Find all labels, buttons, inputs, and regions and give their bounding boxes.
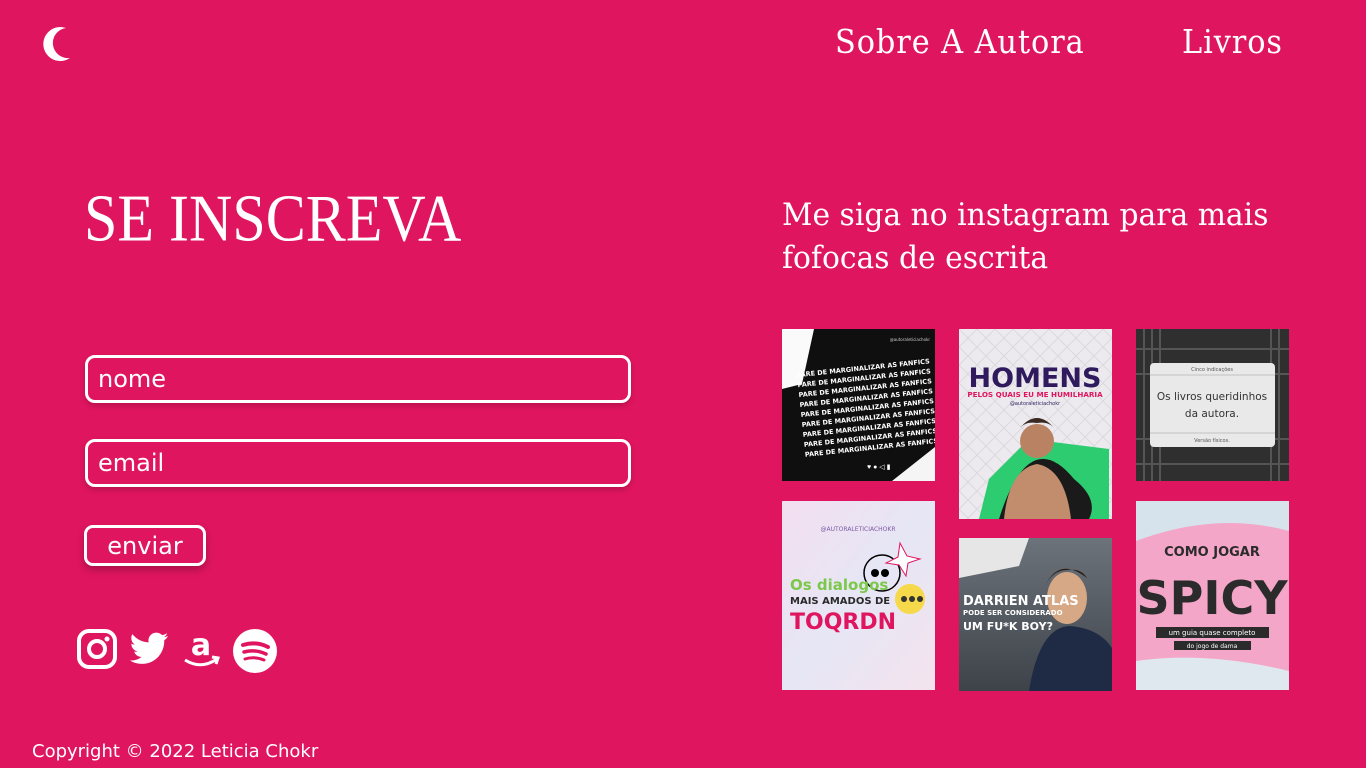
instagram-icon[interactable] xyxy=(76,628,118,670)
post-5-line1: DARRIEN ATLAS xyxy=(963,594,1079,609)
nav-link-sobre-a-autora[interactable]: Sobre A Autora xyxy=(835,22,1085,61)
post-6-title: SPICY xyxy=(1136,571,1288,625)
instagram-post-4[interactable]: @AUTORALETICIACHOKR Os dialogos MAIS AMA… xyxy=(782,501,935,690)
nav-link-livros[interactable]: Livros xyxy=(1182,22,1283,61)
svg-text:@autoraleticiachokr: @autoraleticiachokr xyxy=(1010,401,1061,407)
spotify-icon[interactable] xyxy=(232,628,277,673)
svg-text:TOQRDN: TOQRDN xyxy=(790,610,896,635)
svg-text:UM FU*K BOY?: UM FU*K BOY? xyxy=(963,620,1053,633)
email-field[interactable] xyxy=(85,439,631,487)
svg-text:PODE SER CONSIDERADO: PODE SER CONSIDERADO xyxy=(963,609,1063,617)
instagram-post-2[interactable]: HOMENS PELOS QUAIS EU ME HUMILHARIA @aut… xyxy=(959,329,1112,519)
svg-text:Versão físicos.: Versão físicos. xyxy=(1194,437,1230,444)
crescent-moon-icon[interactable] xyxy=(36,24,76,64)
amazon-icon[interactable]: a xyxy=(180,628,222,670)
instagram-title: Me siga no instagram para mais fofocas d… xyxy=(782,197,1269,276)
instagram-post-6[interactable]: COMO JOGAR SPICY um guia quase completo … xyxy=(1136,501,1289,690)
svg-text:um guia quase completo: um guia quase completo xyxy=(1169,629,1256,637)
social-links: a xyxy=(76,628,277,673)
twitter-icon[interactable] xyxy=(128,628,170,670)
send-button[interactable]: enviar xyxy=(84,525,206,566)
post-3-line1: Os livros queridinhos xyxy=(1157,391,1267,403)
signup-title: SE INSCREVA xyxy=(84,181,462,256)
svg-text:♥ ● ◁ ▮: ♥ ● ◁ ▮ xyxy=(867,464,891,471)
svg-text:Cinco indicações: Cinco indicações xyxy=(1191,367,1233,373)
instagram-post-3[interactable]: Cinco indicações Os livros queridinhos d… xyxy=(1136,329,1289,481)
svg-text:MAIS AMADOS DE: MAIS AMADOS DE xyxy=(790,596,890,607)
post-6-line1: COMO JOGAR xyxy=(1164,545,1260,560)
instagram-post-1[interactable]: @autoraleticiachokr PARE DE MARGINALIZAR… xyxy=(782,329,935,481)
svg-text:@AUTORALETICIACHOKR: @AUTORALETICIACHOKR xyxy=(821,526,896,533)
post-1-handle: @autoraleticiachokr xyxy=(890,337,931,342)
post-2-subtitle: PELOS QUAIS EU ME HUMILHARIA xyxy=(967,390,1103,399)
name-field[interactable] xyxy=(85,355,631,403)
svg-text:a: a xyxy=(191,628,211,663)
post-4-line1: Os dialogos xyxy=(790,576,888,594)
main-nav: Sobre A Autora Livros xyxy=(835,22,1292,61)
copyright-text: Copyright © 2022 Leticia Chokr xyxy=(32,741,319,762)
instagram-post-5[interactable]: DARRIEN ATLAS PODE SER CONSIDERADO UM FU… xyxy=(959,538,1112,691)
svg-text:da autora.: da autora. xyxy=(1185,408,1239,420)
svg-text:do jogo de dama: do jogo de dama xyxy=(1187,643,1238,650)
